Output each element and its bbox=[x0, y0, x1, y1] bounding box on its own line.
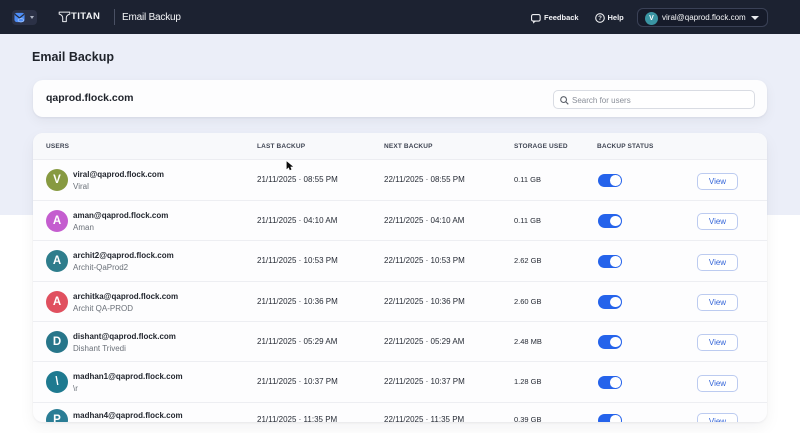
svg-text:?: ? bbox=[598, 15, 602, 22]
